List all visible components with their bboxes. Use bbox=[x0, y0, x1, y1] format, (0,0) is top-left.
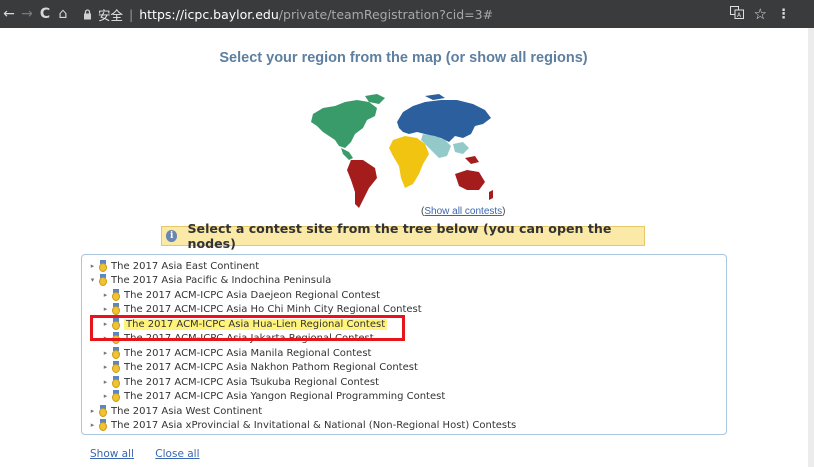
tree-node-label[interactable]: The 2017 ACM-ICPC Asia Manila Regional C… bbox=[124, 348, 371, 359]
tree-node[interactable]: ▸ The 2017 ACM-ICPC Asia Nakhon Pathom Re… bbox=[101, 360, 418, 374]
paren-close: ) bbox=[502, 206, 506, 217]
map-central-america[interactable] bbox=[341, 148, 353, 160]
tree-node-label[interactable]: The 2017 Asia xProvincial & Invitational… bbox=[111, 420, 516, 431]
map-southeast-asia[interactable] bbox=[453, 142, 469, 154]
tree-node[interactable]: ▸ The 2017 ACM-ICPC Asia Yangon Regional … bbox=[101, 389, 445, 403]
expand-toggle-icon[interactable]: ▸ bbox=[101, 375, 110, 389]
expand-toggle-icon[interactable]: ▸ bbox=[88, 404, 97, 418]
menu-icon[interactable]: ⋮ bbox=[777, 7, 790, 22]
page-content: Select your region from the map (or show… bbox=[0, 28, 814, 467]
medal-icon bbox=[111, 302, 121, 316]
medal-icon bbox=[98, 273, 108, 287]
map-oceania[interactable] bbox=[455, 156, 485, 190]
selection-highlight-box bbox=[90, 315, 405, 341]
tree-node[interactable]: ▸ The 2017 ACM-ICPC Asia Daejeon Regional… bbox=[101, 288, 380, 302]
tree-node-label[interactable]: The 2017 Asia East Continent bbox=[111, 261, 259, 272]
show-all-contests-link[interactable]: Show all contests bbox=[424, 206, 502, 217]
url-host: https://icpc.baylor.edu bbox=[139, 6, 279, 22]
address-bar[interactable]: 安全 | https://icpc.baylor.edu/private/tea… bbox=[80, 3, 730, 25]
tree-node-label[interactable]: The 2017 Asia West Continent bbox=[111, 406, 262, 417]
show-all-link[interactable]: Show all bbox=[90, 448, 134, 460]
contest-tree: ▸ The 2017 Asia East Continent ▾ The 2017 A… bbox=[81, 254, 727, 435]
back-icon[interactable]: ← bbox=[0, 0, 18, 28]
scrollbar-gutter bbox=[808, 28, 814, 467]
lock-icon bbox=[80, 8, 94, 20]
url-separator: | bbox=[129, 6, 134, 22]
world-map[interactable] bbox=[305, 92, 495, 210]
tree-node[interactable]: ▸ The 2017 ACM-ICPC Asia Manila Regional … bbox=[101, 346, 371, 360]
map-new-zealand[interactable] bbox=[489, 190, 493, 200]
medal-icon bbox=[111, 288, 121, 302]
tree-node-label[interactable]: The 2017 ACM-ICPC Asia Nakhon Pathom Reg… bbox=[124, 362, 418, 373]
collapse-toggle-icon[interactable]: ▾ bbox=[88, 273, 97, 287]
forward-icon[interactable]: → bbox=[18, 0, 36, 28]
expand-toggle-icon[interactable]: ▸ bbox=[88, 418, 97, 432]
tree-node[interactable]: ▸ The 2017 ACM-ICPC Asia Tsukuba Regional… bbox=[101, 375, 379, 389]
expand-toggle-icon[interactable]: ▸ bbox=[101, 302, 110, 316]
map-north-america[interactable] bbox=[311, 94, 385, 148]
browser-toolbar: ← → C ⌂ 安全 | https://icpc.baylor.edu/pri… bbox=[0, 0, 814, 28]
tree-node[interactable]: ▸ The 2017 ACM-ICPC Asia Ho Chi Minh City… bbox=[101, 302, 422, 316]
expand-toggle-icon[interactable]: ▸ bbox=[88, 259, 97, 273]
show-all-contests: (Show all contests) bbox=[421, 206, 506, 217]
home-icon[interactable]: ⌂ bbox=[54, 0, 72, 28]
map-africa[interactable] bbox=[389, 136, 429, 188]
tree-node[interactable]: ▾ The 2017 Asia Pacific & Indochina Penin… bbox=[88, 273, 331, 287]
tree-controls: Show all Close all bbox=[90, 448, 218, 460]
medal-icon bbox=[111, 389, 121, 403]
notice-text: Select a contest site from the tree belo… bbox=[187, 221, 612, 251]
medal-icon bbox=[111, 375, 121, 389]
medal-icon bbox=[98, 259, 108, 273]
info-icon: i bbox=[166, 230, 178, 242]
tree-node-label[interactable]: The 2017 ACM-ICPC Asia Tsukuba Regional … bbox=[124, 377, 379, 388]
expand-toggle-icon[interactable]: ▸ bbox=[101, 288, 110, 302]
tree-node[interactable]: ▸ The 2017 Asia West Continent bbox=[88, 404, 262, 418]
map-south-america[interactable] bbox=[347, 160, 377, 208]
instruction-notice: i Select a contest site from the tree be… bbox=[161, 221, 645, 251]
tree-node[interactable]: ▸ The 2017 Asia East Continent bbox=[88, 259, 259, 273]
map-europe-asia[interactable] bbox=[397, 94, 491, 142]
region-title: Select your region from the map (or show… bbox=[219, 50, 588, 66]
expand-toggle-icon[interactable]: ▸ bbox=[101, 360, 110, 374]
tree-node-label[interactable]: The 2017 ACM-ICPC Asia Daejeon Regional … bbox=[124, 290, 380, 301]
medal-icon bbox=[98, 404, 108, 418]
reload-icon[interactable]: C bbox=[36, 0, 54, 28]
medal-icon bbox=[111, 346, 121, 360]
translate-icon[interactable]: A bbox=[729, 5, 744, 23]
close-all-link[interactable]: Close all bbox=[155, 448, 199, 460]
medal-icon bbox=[98, 418, 108, 432]
tree-node[interactable]: ▸ The 2017 Asia xProvincial & Invitationa… bbox=[88, 418, 516, 432]
tree-node-label[interactable]: The 2017 Asia Pacific & Indochina Penins… bbox=[111, 275, 331, 286]
bookmark-star-icon[interactable]: ☆ bbox=[754, 5, 767, 23]
url-path: /private/teamRegistration?cid=3# bbox=[278, 6, 494, 22]
secure-label: 安全 bbox=[98, 7, 124, 23]
expand-toggle-icon[interactable]: ▸ bbox=[101, 346, 110, 360]
expand-toggle-icon[interactable]: ▸ bbox=[101, 389, 110, 403]
tree-node-label[interactable]: The 2017 ACM-ICPC Asia Yangon Regional P… bbox=[124, 391, 445, 402]
medal-icon bbox=[111, 360, 121, 374]
tree-node-label[interactable]: The 2017 ACM-ICPC Asia Ho Chi Minh City … bbox=[124, 304, 422, 315]
